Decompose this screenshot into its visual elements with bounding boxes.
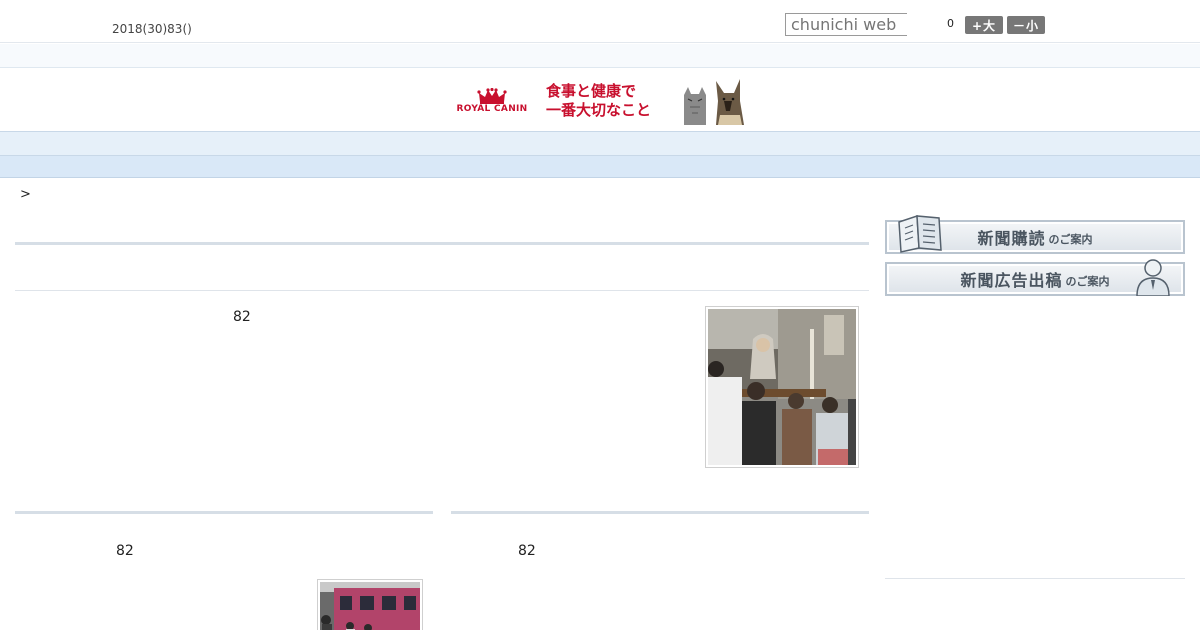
- font-size-smaller-button[interactable]: －小: [1007, 16, 1045, 34]
- brand-text: ROYAL CANIN: [456, 104, 528, 114]
- section-divider-right: [451, 511, 869, 514]
- ad-copy: 食事と健康で 一番大切なこと: [546, 82, 651, 120]
- cat-and-dog-icon: [684, 79, 744, 125]
- subscribe-banner[interactable]: 新聞購読 のご案内: [885, 214, 1185, 254]
- lead-article-number[interactable]: 82: [233, 309, 251, 325]
- counter-text: 0: [947, 17, 954, 30]
- left-article-photo[interactable]: [317, 579, 423, 630]
- breadcrumb[interactable]: >: [20, 187, 31, 202]
- train-photo: [320, 582, 420, 630]
- sidebar-divider: [885, 578, 1185, 579]
- lead-article-photo[interactable]: [705, 306, 859, 468]
- ad-copy-line2: 一番大切なこと: [546, 101, 652, 119]
- right-article-number[interactable]: 82: [518, 543, 536, 559]
- header-strip: [0, 44, 1200, 68]
- crown-icon: [477, 88, 507, 104]
- subscribe-title: 新聞購読: [977, 229, 1046, 248]
- royal-canin-logo: ROYAL CANIN: [452, 88, 532, 114]
- ad-copy-line1: 食事と健康で: [546, 82, 637, 100]
- advertise-title: 新聞広告出稿: [960, 271, 1063, 290]
- advertise-banner[interactable]: 新聞広告出稿 のご案内: [885, 259, 1185, 296]
- advertise-subtitle: のご案内: [1065, 275, 1110, 288]
- festival-photo: [708, 309, 856, 465]
- newspaper-book-icon: [898, 214, 942, 253]
- divider: [15, 290, 869, 291]
- banner-ad[interactable]: ROYAL CANIN 食事と健康で 一番大切なこと: [452, 75, 752, 127]
- top-bar: 2018(30)83() 0 +大 －小: [0, 0, 1200, 43]
- left-article-number[interactable]: 82: [116, 543, 134, 559]
- search-input[interactable]: [785, 13, 907, 36]
- section-divider-left: [15, 511, 433, 514]
- font-size-bigger-button[interactable]: +大: [965, 16, 1003, 34]
- main-nav: [0, 131, 1200, 156]
- section-divider: [15, 242, 869, 245]
- subscribe-subtitle: のご案内: [1048, 233, 1093, 246]
- business-person-icon: [1136, 259, 1170, 296]
- sub-nav: [0, 156, 1200, 178]
- date-text: 2018(30)83(): [112, 22, 192, 36]
